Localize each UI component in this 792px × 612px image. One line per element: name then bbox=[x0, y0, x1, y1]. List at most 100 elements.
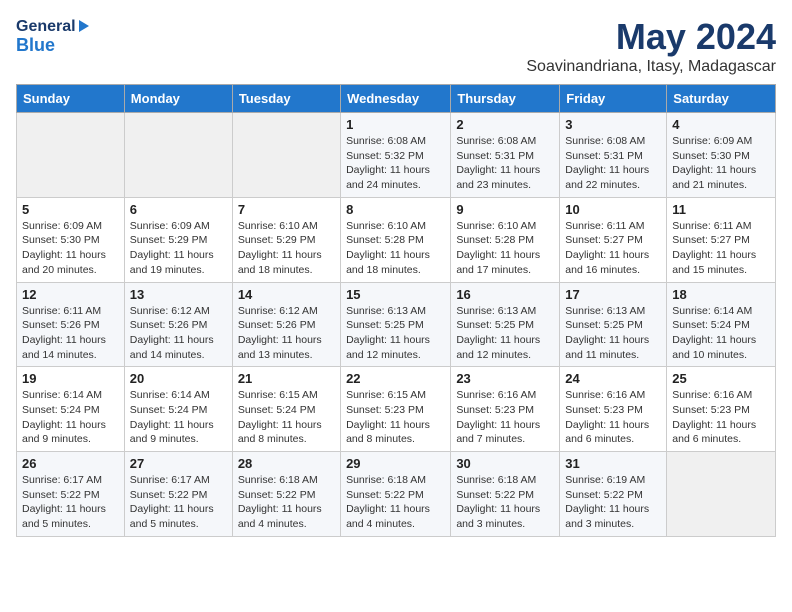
day-cell: 1 Sunrise: 6:08 AMSunset: 5:32 PMDaylight… bbox=[341, 113, 451, 198]
logo-blue: Blue bbox=[16, 36, 89, 56]
week-row-1: 1 Sunrise: 6:08 AMSunset: 5:32 PMDaylight… bbox=[17, 113, 776, 198]
day-cell: 31Sunrise: 6:19 AMSunset: 5:22 PMDayligh… bbox=[560, 452, 667, 537]
day-cell: 4Sunrise: 6:09 AMSunset: 5:30 PMDaylight… bbox=[667, 113, 776, 198]
day-number: 19 bbox=[22, 371, 119, 386]
week-row-2: 5Sunrise: 6:09 AMSunset: 5:30 PMDaylight… bbox=[17, 197, 776, 282]
day-info: Sunrise: 6:10 AMSunset: 5:29 PMDaylight:… bbox=[238, 219, 335, 278]
day-cell: 9 Sunrise: 6:10 AMSunset: 5:28 PMDaylight… bbox=[451, 197, 560, 282]
header-day-wednesday: Wednesday bbox=[341, 85, 451, 113]
day-number: 22 bbox=[346, 371, 445, 386]
day-cell: 19Sunrise: 6:14 AMSunset: 5:24 PMDayligh… bbox=[17, 367, 125, 452]
logo-general: General bbox=[16, 16, 89, 36]
calendar-table: SundayMondayTuesdayWednesdayThursdayFrid… bbox=[16, 84, 776, 537]
day-number: 24 bbox=[565, 371, 661, 386]
day-info: Sunrise: 6:10 AMSunset: 5:28 PMDaylight:… bbox=[346, 219, 445, 278]
day-info: Sunrise: 6:16 AMSunset: 5:23 PMDaylight:… bbox=[565, 388, 661, 447]
day-cell: 29 Sunrise: 6:18 AMSunset: 5:22 PMDayligh… bbox=[341, 452, 451, 537]
day-info: Sunrise: 6:08 AMSunset: 5:32 PMDaylight:… bbox=[346, 134, 445, 193]
day-info: Sunrise: 6:12 AMSunset: 5:26 PMDaylight:… bbox=[238, 304, 335, 363]
day-cell: 30 Sunrise: 6:18 AMSunset: 5:22 PMDayligh… bbox=[451, 452, 560, 537]
day-cell: 17Sunrise: 6:13 AMSunset: 5:25 PMDayligh… bbox=[560, 282, 667, 367]
day-cell: 11 Sunrise: 6:11 AMSunset: 5:27 PMDayligh… bbox=[667, 197, 776, 282]
day-info: Sunrise: 6:19 AMSunset: 5:22 PMDaylight:… bbox=[565, 473, 661, 532]
day-cell: 8 Sunrise: 6:10 AMSunset: 5:28 PMDaylight… bbox=[341, 197, 451, 282]
week-row-5: 26 Sunrise: 6:17 AMSunset: 5:22 PMDayligh… bbox=[17, 452, 776, 537]
day-info: Sunrise: 6:16 AMSunset: 5:23 PMDaylight:… bbox=[456, 388, 554, 447]
day-cell: 21Sunrise: 6:15 AMSunset: 5:24 PMDayligh… bbox=[232, 367, 340, 452]
day-number: 13 bbox=[130, 287, 227, 302]
day-number: 25 bbox=[672, 371, 770, 386]
header-day-monday: Monday bbox=[124, 85, 232, 113]
day-info: Sunrise: 6:13 AMSunset: 5:25 PMDaylight:… bbox=[456, 304, 554, 363]
day-info: Sunrise: 6:16 AMSunset: 5:23 PMDaylight:… bbox=[672, 388, 770, 447]
day-cell: 18Sunrise: 6:14 AMSunset: 5:24 PMDayligh… bbox=[667, 282, 776, 367]
day-info: Sunrise: 6:10 AMSunset: 5:28 PMDaylight:… bbox=[456, 219, 554, 278]
day-info: Sunrise: 6:11 AMSunset: 5:27 PMDaylight:… bbox=[672, 219, 770, 278]
header-day-tuesday: Tuesday bbox=[232, 85, 340, 113]
day-cell: 2 Sunrise: 6:08 AMSunset: 5:31 PMDaylight… bbox=[451, 113, 560, 198]
day-number: 10 bbox=[565, 202, 661, 217]
day-cell: 7 Sunrise: 6:10 AMSunset: 5:29 PMDaylight… bbox=[232, 197, 340, 282]
day-number: 15 bbox=[346, 287, 445, 302]
day-number: 8 bbox=[346, 202, 445, 217]
day-number: 27 bbox=[130, 456, 227, 471]
day-info: Sunrise: 6:17 AMSunset: 5:22 PMDaylight:… bbox=[22, 473, 119, 532]
day-number: 2 bbox=[456, 117, 554, 132]
day-cell: 5Sunrise: 6:09 AMSunset: 5:30 PMDaylight… bbox=[17, 197, 125, 282]
day-number: 12 bbox=[22, 287, 119, 302]
day-info: Sunrise: 6:17 AMSunset: 5:22 PMDaylight:… bbox=[130, 473, 227, 532]
header-row: SundayMondayTuesdayWednesdayThursdayFrid… bbox=[17, 85, 776, 113]
day-cell: 6 Sunrise: 6:09 AMSunset: 5:29 PMDaylight… bbox=[124, 197, 232, 282]
header: General Blue May 2024 Soavinandriana, It… bbox=[16, 16, 776, 76]
day-cell: 12 Sunrise: 6:11 AMSunset: 5:26 PMDayligh… bbox=[17, 282, 125, 367]
day-cell: 3Sunrise: 6:08 AMSunset: 5:31 PMDaylight… bbox=[560, 113, 667, 198]
title-block: May 2024 Soavinandriana, Itasy, Madagasc… bbox=[526, 16, 776, 76]
day-number: 5 bbox=[22, 202, 119, 217]
day-number: 1 bbox=[346, 117, 445, 132]
day-info: Sunrise: 6:11 AMSunset: 5:26 PMDaylight:… bbox=[22, 304, 119, 363]
day-info: Sunrise: 6:12 AMSunset: 5:26 PMDaylight:… bbox=[130, 304, 227, 363]
day-number: 30 bbox=[456, 456, 554, 471]
header-day-friday: Friday bbox=[560, 85, 667, 113]
day-number: 28 bbox=[238, 456, 335, 471]
day-number: 23 bbox=[456, 371, 554, 386]
day-number: 11 bbox=[672, 202, 770, 217]
day-number: 14 bbox=[238, 287, 335, 302]
day-number: 21 bbox=[238, 371, 335, 386]
day-info: Sunrise: 6:11 AMSunset: 5:27 PMDaylight:… bbox=[565, 219, 661, 278]
day-info: Sunrise: 6:18 AMSunset: 5:22 PMDaylight:… bbox=[456, 473, 554, 532]
day-info: Sunrise: 6:18 AMSunset: 5:22 PMDaylight:… bbox=[346, 473, 445, 532]
day-cell bbox=[667, 452, 776, 537]
header-day-sunday: Sunday bbox=[17, 85, 125, 113]
day-number: 6 bbox=[130, 202, 227, 217]
day-info: Sunrise: 6:15 AMSunset: 5:23 PMDaylight:… bbox=[346, 388, 445, 447]
day-cell: 24 Sunrise: 6:16 AMSunset: 5:23 PMDayligh… bbox=[560, 367, 667, 452]
day-cell bbox=[124, 113, 232, 198]
day-cell: 20Sunrise: 6:14 AMSunset: 5:24 PMDayligh… bbox=[124, 367, 232, 452]
day-info: Sunrise: 6:13 AMSunset: 5:25 PMDaylight:… bbox=[565, 304, 661, 363]
day-info: Sunrise: 6:13 AMSunset: 5:25 PMDaylight:… bbox=[346, 304, 445, 363]
day-number: 4 bbox=[672, 117, 770, 132]
day-cell: 25 Sunrise: 6:16 AMSunset: 5:23 PMDayligh… bbox=[667, 367, 776, 452]
day-cell bbox=[232, 113, 340, 198]
day-number: 26 bbox=[22, 456, 119, 471]
header-day-saturday: Saturday bbox=[667, 85, 776, 113]
day-number: 7 bbox=[238, 202, 335, 217]
day-info: Sunrise: 6:08 AMSunset: 5:31 PMDaylight:… bbox=[456, 134, 554, 193]
day-cell: 28Sunrise: 6:18 AMSunset: 5:22 PMDayligh… bbox=[232, 452, 340, 537]
day-info: Sunrise: 6:14 AMSunset: 5:24 PMDaylight:… bbox=[130, 388, 227, 447]
day-cell: 26 Sunrise: 6:17 AMSunset: 5:22 PMDayligh… bbox=[17, 452, 125, 537]
day-cell: 22 Sunrise: 6:15 AMSunset: 5:23 PMDayligh… bbox=[341, 367, 451, 452]
week-row-3: 12 Sunrise: 6:11 AMSunset: 5:26 PMDayligh… bbox=[17, 282, 776, 367]
day-cell: 13 Sunrise: 6:12 AMSunset: 5:26 PMDayligh… bbox=[124, 282, 232, 367]
day-cell bbox=[17, 113, 125, 198]
day-cell: 16Sunrise: 6:13 AMSunset: 5:25 PMDayligh… bbox=[451, 282, 560, 367]
day-info: Sunrise: 6:09 AMSunset: 5:29 PMDaylight:… bbox=[130, 219, 227, 278]
day-cell: 14 Sunrise: 6:12 AMSunset: 5:26 PMDayligh… bbox=[232, 282, 340, 367]
day-number: 29 bbox=[346, 456, 445, 471]
day-cell: 23 Sunrise: 6:16 AMSunset: 5:23 PMDayligh… bbox=[451, 367, 560, 452]
day-cell: 15 Sunrise: 6:13 AMSunset: 5:25 PMDayligh… bbox=[341, 282, 451, 367]
day-info: Sunrise: 6:14 AMSunset: 5:24 PMDaylight:… bbox=[672, 304, 770, 363]
day-cell: 10 Sunrise: 6:11 AMSunset: 5:27 PMDayligh… bbox=[560, 197, 667, 282]
day-number: 9 bbox=[456, 202, 554, 217]
